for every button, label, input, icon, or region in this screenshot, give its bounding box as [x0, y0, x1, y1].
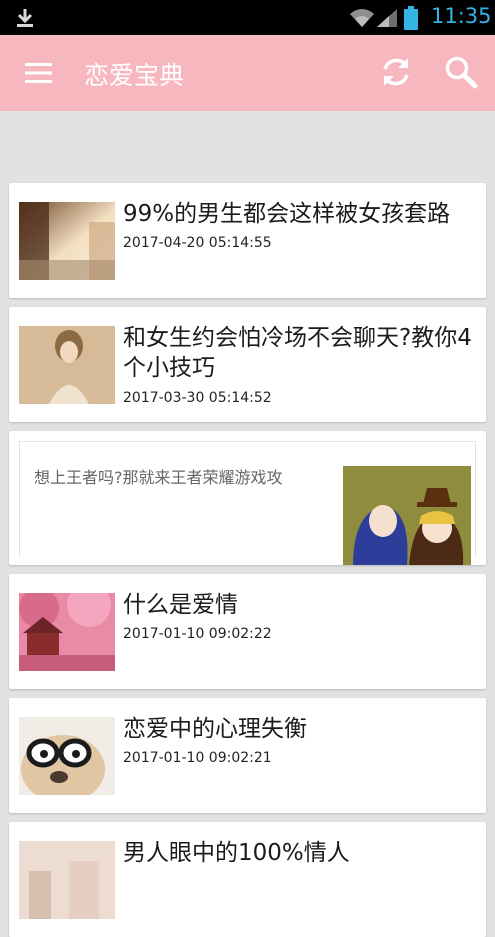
article-card[interactable]: 和女生约会怕冷场不会聊天?教你4个小技巧 2017-03-30 05:14:52	[9, 307, 486, 422]
article-thumbnail	[19, 841, 115, 919]
search-icon[interactable]	[444, 55, 478, 89]
battery-icon	[404, 6, 418, 30]
article-title: 什么是爱情	[123, 592, 238, 618]
article-card[interactable]: 恋爱中的心理失衡 2017-01-10 09:02:21	[9, 698, 486, 813]
article-card[interactable]: 99%的男生都会这样被女孩套路 2017-04-20 05:14:55	[9, 183, 486, 298]
app-title: 恋爱宝典	[84, 61, 185, 90]
clock: 11:35	[431, 4, 492, 28]
download-icon	[17, 9, 33, 27]
signal-icon	[377, 9, 397, 27]
article-date: 2017-04-20 05:14:55	[123, 235, 272, 251]
ad-image	[343, 466, 471, 565]
refresh-icon[interactable]	[379, 55, 413, 89]
article-title: 恋爱中的心理失衡	[123, 716, 307, 742]
article-thumbnail	[19, 593, 115, 671]
article-date: 2017-01-10 09:02:22	[123, 626, 272, 642]
article-title: 和女生约会怕冷场不会聊天?教你4个小技巧	[123, 325, 472, 381]
app-bar: 恋爱宝典	[0, 35, 495, 111]
menu-icon[interactable]	[25, 62, 52, 84]
article-date: 2017-01-10 09:02:21	[123, 750, 272, 766]
article-thumbnail	[19, 202, 115, 280]
article-thumbnail	[19, 326, 115, 404]
ad-text: 想上王者吗?那就来王者荣耀游戏攻	[34, 468, 283, 487]
article-card[interactable]: 什么是爱情 2017-01-10 09:02:22	[9, 574, 486, 689]
ad-card[interactable]: 想上王者吗?那就来王者荣耀游戏攻	[9, 431, 486, 565]
ad-box: 想上王者吗?那就来王者荣耀游戏攻	[19, 441, 476, 565]
article-title: 男人眼中的100%情人	[123, 840, 350, 866]
article-thumbnail	[19, 717, 115, 795]
article-title: 99%的男生都会这样被女孩套路	[123, 201, 451, 227]
status-bar: 11:35	[0, 0, 495, 35]
article-date: 2017-03-30 05:14:52	[123, 390, 272, 406]
wifi-icon	[350, 9, 374, 27]
